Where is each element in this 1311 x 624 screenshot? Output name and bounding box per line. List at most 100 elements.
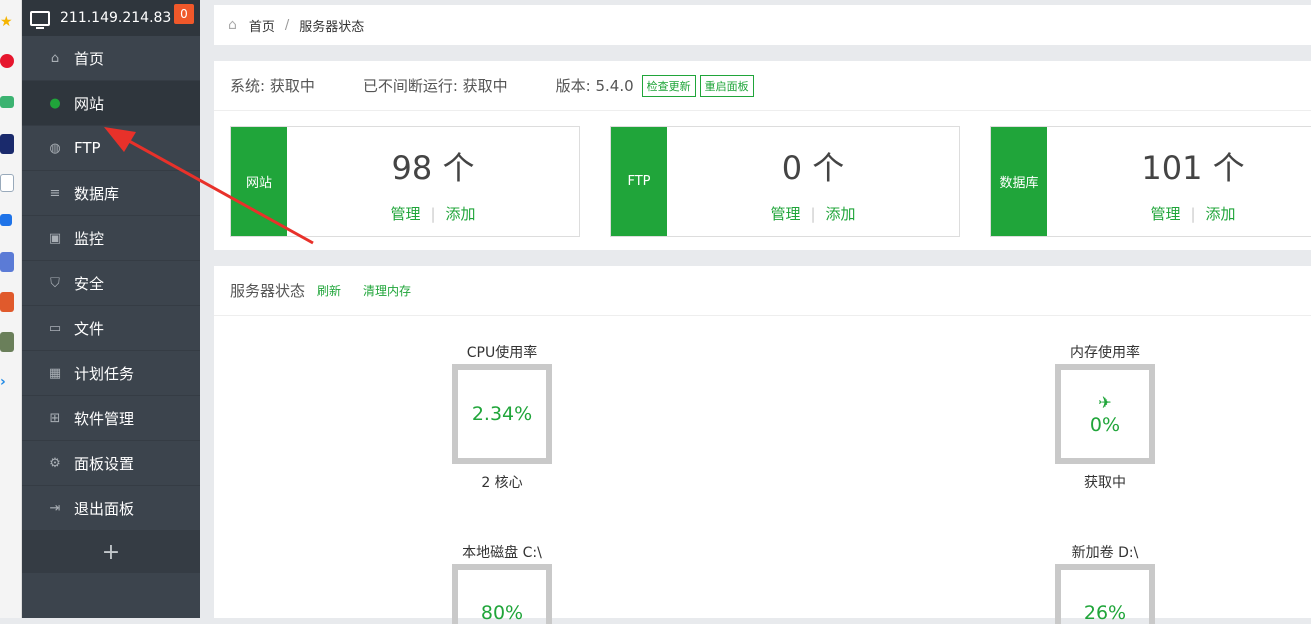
database-stat-card: 数据库 101 个 管理 | 添加 [990,126,1311,237]
logout-icon: ⇥ [49,500,61,516]
news-app-icon[interactable] [0,134,14,154]
main-content: ⌂ 首页 / 服务器状态 系统: 获取中 已不间断运行: 获取中 版本: 5.4… [214,0,1311,624]
arrow-app-icon[interactable]: › [0,374,16,392]
home-icon[interactable]: ⌂ [228,17,237,33]
sidebar-item-ftp[interactable]: ◍ FTP [22,126,200,171]
gauge-value: 2.34% [471,403,533,425]
weibo-icon[interactable] [0,54,14,68]
shield-icon: ⛉ [50,275,60,291]
stat-label: FTP [611,127,667,236]
folder-icon: ▭ [48,320,62,336]
sidebar-item-security[interactable]: ⛉ 安全 [22,261,200,306]
gauge-box: 26% [1055,564,1155,624]
refresh-link[interactable]: 刷新 [317,282,341,299]
cpu-gauge[interactable]: CPU使用率 2.34% 2 核心 [442,342,562,492]
stat-label: 数据库 [991,127,1047,236]
sidebar-item-cron[interactable]: ▦ 计划任务 [22,351,200,396]
breadcrumb-separator: / [284,17,290,33]
server-status-header: 服务器状态 刷新 清理内存 [214,266,1311,316]
game-icon-3[interactable] [0,332,14,352]
calendar-icon: ▦ [48,365,62,381]
uptime-text: 已不间断运行: 获取中 [362,77,508,95]
game-icon[interactable] [0,252,14,272]
sidebar-item-label: 数据库 [74,184,120,203]
gauge-box: 80% [452,564,552,624]
clear-memory-link[interactable]: 清理内存 [363,282,411,299]
document-icon[interactable] [0,174,14,192]
sidebar-item-label: 面板设置 [74,454,135,473]
grid-icon: ⊞ [49,410,61,426]
website-stat-card: 网站 98 个 管理 | 添加 [230,126,580,237]
breadcrumb: ⌂ 首页 / 服务器状态 [214,5,1311,45]
gauge-subtext: 2 核心 [481,475,523,491]
sidebar-item-label: FTP [74,139,101,157]
mail-icon[interactable] [0,96,14,108]
sidebar-item-settings[interactable]: ⚙ 面板设置 [22,441,200,486]
monitor-chart-icon: ▣ [48,230,62,246]
add-link[interactable]: 添加 [446,205,476,223]
gauge-value: 0% [1089,413,1121,436]
ftp-icon: ◍ [49,140,61,156]
manage-link[interactable]: 管理 [1150,205,1180,223]
notification-badge[interactable]: 0 [174,4,194,24]
server-ip: 211.149.214.83 [60,10,172,26]
gauge-title: 新加卷 D:\ [1071,545,1139,561]
link-separator: | [430,205,436,223]
rocket-icon[interactable]: ✈ [1098,393,1111,412]
add-link[interactable]: 添加 [826,205,856,223]
restart-panel-button[interactable]: 重启面板 [699,74,754,97]
breadcrumb-current: 服务器状态 [299,19,365,35]
sidebar-item-label: 安全 [74,274,105,293]
gauge-subtext: 获取中 [1084,475,1126,491]
check-update-button[interactable]: 检查更新 [641,74,696,97]
gear-icon: ⚙ [49,455,61,471]
overview-panel: 系统: 获取中 已不间断运行: 获取中 版本: 5.4.0 检查更新 重启面板 … [214,61,1311,250]
stat-links: 管理 | 添加 [667,203,959,224]
sidebar-item-label: 监控 [74,229,105,248]
stat-count: 0 个 [781,149,845,187]
sidebar: 211.149.214.83 0 ⌂ 首页 ● 网站 ◍ FTP ≡ 数据库 ▣… [22,0,200,618]
browser-sidebar-strip: ★ › [0,0,22,618]
sidebar-item-database[interactable]: ≡ 数据库 [22,171,200,216]
ftp-stat-card: FTP 0 个 管理 | 添加 [610,126,960,237]
add-button[interactable]: + [22,531,200,573]
sidebar-item-label: 文件 [74,319,105,338]
manage-link[interactable]: 管理 [770,205,800,223]
gauge-box: 2.34% [452,364,552,464]
gauge-value: 26% [1083,602,1127,624]
gauge-title: 内存使用率 [1070,345,1140,361]
link-separator: | [810,205,816,223]
gauge-box: ✈ 0% [1055,364,1155,464]
sidebar-item-website[interactable]: ● 网站 [22,81,200,126]
server-status-panel: 服务器状态 刷新 清理内存 CPU使用率 2.34% 2 核心 内存使用率 ✈ … [214,266,1311,624]
sidebar-item-logout[interactable]: ⇥ 退出面板 [22,486,200,531]
memory-gauge[interactable]: 内存使用率 ✈ 0% 获取中 [1045,342,1165,492]
game-icon-2[interactable] [0,292,14,312]
sidebar-item-home[interactable]: ⌂ 首页 [22,36,200,81]
disk-c-gauge[interactable]: 本地磁盘 C:\ 80% [442,542,562,624]
link-separator: | [1190,205,1196,223]
sidebar-item-label: 计划任务 [74,364,135,383]
gauge-title: 本地磁盘 C:\ [462,545,542,561]
system-text: 系统: 获取中 [230,77,315,95]
home-icon: ⌂ [50,50,60,66]
app-blue-icon[interactable] [0,214,12,226]
sidebar-item-label: 网站 [74,94,105,113]
sidebar-item-software[interactable]: ⊞ 软件管理 [22,396,200,441]
sidebar-item-label: 退出面板 [74,499,135,518]
add-link[interactable]: 添加 [1206,205,1236,223]
sidebar-item-files[interactable]: ▭ 文件 [22,306,200,351]
disk-d-gauge[interactable]: 新加卷 D:\ 26% [1045,542,1165,624]
server-status-title: 服务器状态 [230,282,306,300]
monitor-icon [30,10,50,29]
sidebar-item-label: 首页 [74,49,105,68]
breadcrumb-home[interactable]: 首页 [249,16,275,35]
stat-count: 98 个 [391,149,475,187]
favorites-star-icon[interactable]: ★ [0,14,16,32]
system-info-bar: 系统: 获取中 已不间断运行: 获取中 版本: 5.4.0 检查更新 重启面板 [214,61,1311,111]
manage-link[interactable]: 管理 [390,205,420,223]
globe-icon: ● [49,95,61,111]
stat-count: 101 个 [1141,149,1245,187]
sidebar-item-monitor[interactable]: ▣ 监控 [22,216,200,261]
stat-label: 网站 [231,127,287,236]
